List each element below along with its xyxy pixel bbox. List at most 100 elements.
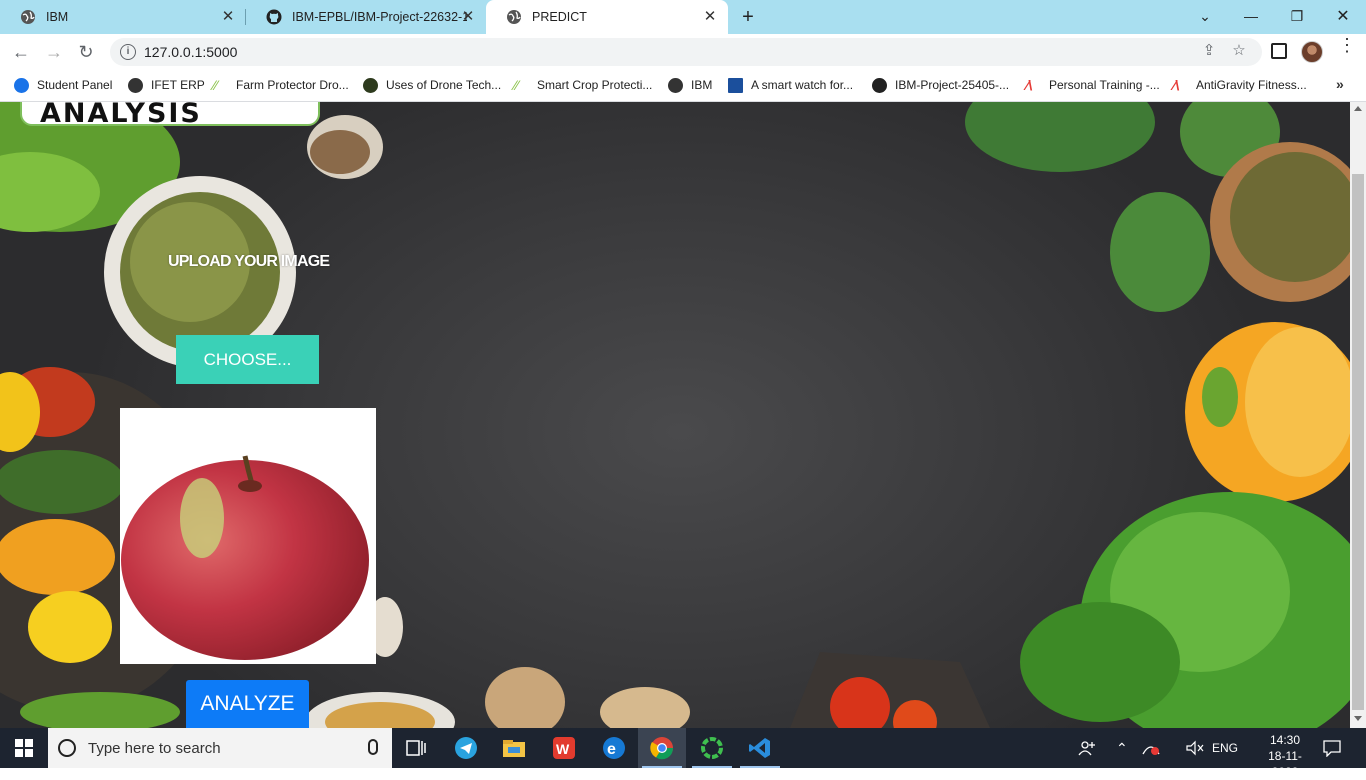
choose-file-button[interactable]: CHOOSE...: [176, 335, 319, 384]
tab-ibm[interactable]: IBM ✕: [0, 0, 246, 34]
taskbar-search[interactable]: Type here to search: [48, 728, 392, 768]
address-bar[interactable]: i 127.0.0.1:5000: [110, 38, 1262, 66]
share-icon[interactable]: ⇪: [1200, 42, 1218, 60]
page-title: ANALYSIS: [40, 102, 202, 129]
ieee-icon: [728, 77, 743, 93]
github-icon: [266, 9, 282, 25]
antigravity-icon: ⁄\: [1026, 76, 1033, 93]
back-icon[interactable]: ←: [9, 40, 33, 64]
start-button[interactable]: [0, 728, 48, 768]
people-icon[interactable]: [1078, 728, 1096, 768]
microphone-icon[interactable]: [368, 739, 378, 755]
bookmark-star-icon[interactable]: ☆: [1230, 42, 1248, 60]
language-indicator[interactable]: ENG: [1212, 728, 1238, 768]
task-view-icon[interactable]: [392, 728, 440, 768]
scroll-down-icon[interactable]: [1354, 716, 1362, 721]
bookmark-label: A smart watch for...: [751, 78, 854, 92]
profile-avatar[interactable]: [1301, 41, 1323, 63]
close-window-icon[interactable]: ✕: [1320, 0, 1366, 32]
tab-search-icon[interactable]: ⌄: [1182, 0, 1228, 32]
globe-icon: [20, 9, 36, 25]
taskbar: Type here to search W e ⌃ ENG 14:30 18-1…: [0, 728, 1366, 779]
page-title-box: ANALYSIS: [20, 102, 320, 129]
bookmark-smart-crop[interactable]: ⁄⁄ Smart Crop Protecti...: [514, 70, 652, 100]
bookmark-student-panel[interactable]: Student Panel: [14, 70, 112, 100]
image-preview: [120, 408, 376, 664]
date: 18-11-2022: [1268, 749, 1302, 779]
drone-icon: [363, 77, 378, 93]
antigravity-icon: ⁄\: [1173, 76, 1180, 93]
file-explorer-icon[interactable]: [490, 728, 538, 768]
forward-icon[interactable]: →: [42, 40, 66, 64]
leaf-icon: ⁄⁄: [213, 76, 218, 93]
wps-icon[interactable]: W: [540, 728, 588, 768]
bookmark-label: Farm Protector Dro...: [236, 78, 349, 92]
bookmark-label: IBM: [691, 78, 713, 92]
bookmark-label: Uses of Drone Tech...: [386, 78, 502, 92]
tab-strip: IBM ✕ IBM-EPBL/IBM-Project-22632-16 ✕ PR…: [0, 0, 1366, 34]
bookmark-ibm[interactable]: IBM: [668, 70, 712, 100]
page-scrollbar[interactable]: [1350, 102, 1366, 728]
bookmark-label: Student Panel: [37, 78, 113, 92]
bookmarks-bar: Student Panel IFET ERP ⁄⁄ Farm Protector…: [0, 70, 1366, 102]
globe-icon: [668, 77, 683, 93]
search-icon: [58, 739, 76, 757]
show-hidden-icons-icon[interactable]: ⌃: [1116, 728, 1128, 768]
bookmark-label: AntiGravity Fitness...: [1196, 78, 1307, 92]
bookmark-farm-protector[interactable]: ⁄⁄ Farm Protector Dro...: [213, 70, 349, 100]
tab-title: IBM: [46, 10, 69, 24]
bookmark-label: IFET ERP: [151, 78, 205, 92]
bookmark-label: Smart Crop Protecti...: [537, 78, 653, 92]
close-tab-icon[interactable]: ✕: [460, 9, 476, 25]
close-tab-icon[interactable]: ✕: [220, 9, 236, 25]
app-ring-icon[interactable]: [688, 728, 736, 768]
scrollbar-thumb[interactable]: [1352, 174, 1364, 710]
bookmark-personal-training[interactable]: ⁄\ Personal Training -...: [1026, 70, 1160, 100]
vscode-icon[interactable]: [736, 728, 784, 768]
site-info-icon[interactable]: i: [120, 44, 136, 60]
search-placeholder: Type here to search: [88, 739, 221, 757]
url-text[interactable]: 127.0.0.1:5000: [144, 44, 237, 60]
browser-toolbar: ← → ↻ i 127.0.0.1:5000 ⇪ ☆ ⋮: [0, 34, 1366, 70]
side-panel-icon[interactable]: [1271, 43, 1287, 59]
windows-icon: [15, 739, 33, 757]
restore-icon[interactable]: ❐: [1274, 0, 1320, 32]
apple-image: [121, 455, 369, 660]
volume-muted-icon[interactable]: [1186, 728, 1204, 768]
svg-text:e: e: [607, 741, 616, 758]
bookmark-label: IBM-Project-25405-...: [895, 78, 1010, 92]
scroll-up-icon[interactable]: [1354, 106, 1362, 111]
bookmark-drone-tech[interactable]: Uses of Drone Tech...: [363, 70, 501, 100]
leaf-icon: ⁄⁄: [514, 76, 519, 93]
upload-label: UPLOAD YOUR IMAGE: [168, 253, 330, 270]
github-icon: [872, 77, 887, 93]
tab-title: IBM-EPBL/IBM-Project-22632-16: [292, 10, 467, 24]
globe-icon: [128, 77, 143, 93]
tab-github[interactable]: IBM-EPBL/IBM-Project-22632-16 ✕: [246, 0, 486, 34]
minimize-icon[interactable]: —: [1228, 0, 1274, 32]
bookmark-antigravity[interactable]: ⁄\ AntiGravity Fitness...: [1173, 70, 1307, 100]
globe-icon: [506, 9, 522, 25]
new-tab-icon[interactable]: +: [738, 6, 758, 28]
page-content: ANALYSIS UPLOAD YOUR IMAGE CHOOSE... ANA…: [0, 102, 1350, 728]
bookmark-smart-watch[interactable]: A smart watch for...: [728, 70, 853, 100]
close-tab-icon[interactable]: ✕: [702, 9, 718, 25]
reload-icon[interactable]: ↻: [74, 40, 98, 64]
bookmark-label: Personal Training -...: [1049, 78, 1160, 92]
clock[interactable]: 14:30 18-11-2022: [1262, 732, 1308, 780]
telegram-icon[interactable]: [442, 728, 490, 768]
network-icon[interactable]: [1141, 728, 1161, 768]
tab-title: PREDICT: [532, 10, 587, 24]
more-bookmarks-icon[interactable]: »: [1336, 76, 1344, 92]
notifications-icon[interactable]: [1322, 728, 1342, 768]
edge-icon[interactable]: e: [590, 728, 638, 768]
tab-predict[interactable]: PREDICT ✕: [486, 0, 728, 34]
student-panel-icon: [14, 77, 29, 93]
menu-icon[interactable]: ⋮: [1338, 36, 1356, 62]
analyze-button[interactable]: ANALYZE: [186, 680, 309, 728]
svg-text:W: W: [556, 741, 570, 757]
chrome-icon[interactable]: [638, 728, 686, 768]
bookmark-ibm-project[interactable]: IBM-Project-25405-...: [872, 70, 1009, 100]
bookmark-ifet-erp[interactable]: IFET ERP: [128, 70, 205, 100]
time: 14:30: [1269, 733, 1301, 747]
